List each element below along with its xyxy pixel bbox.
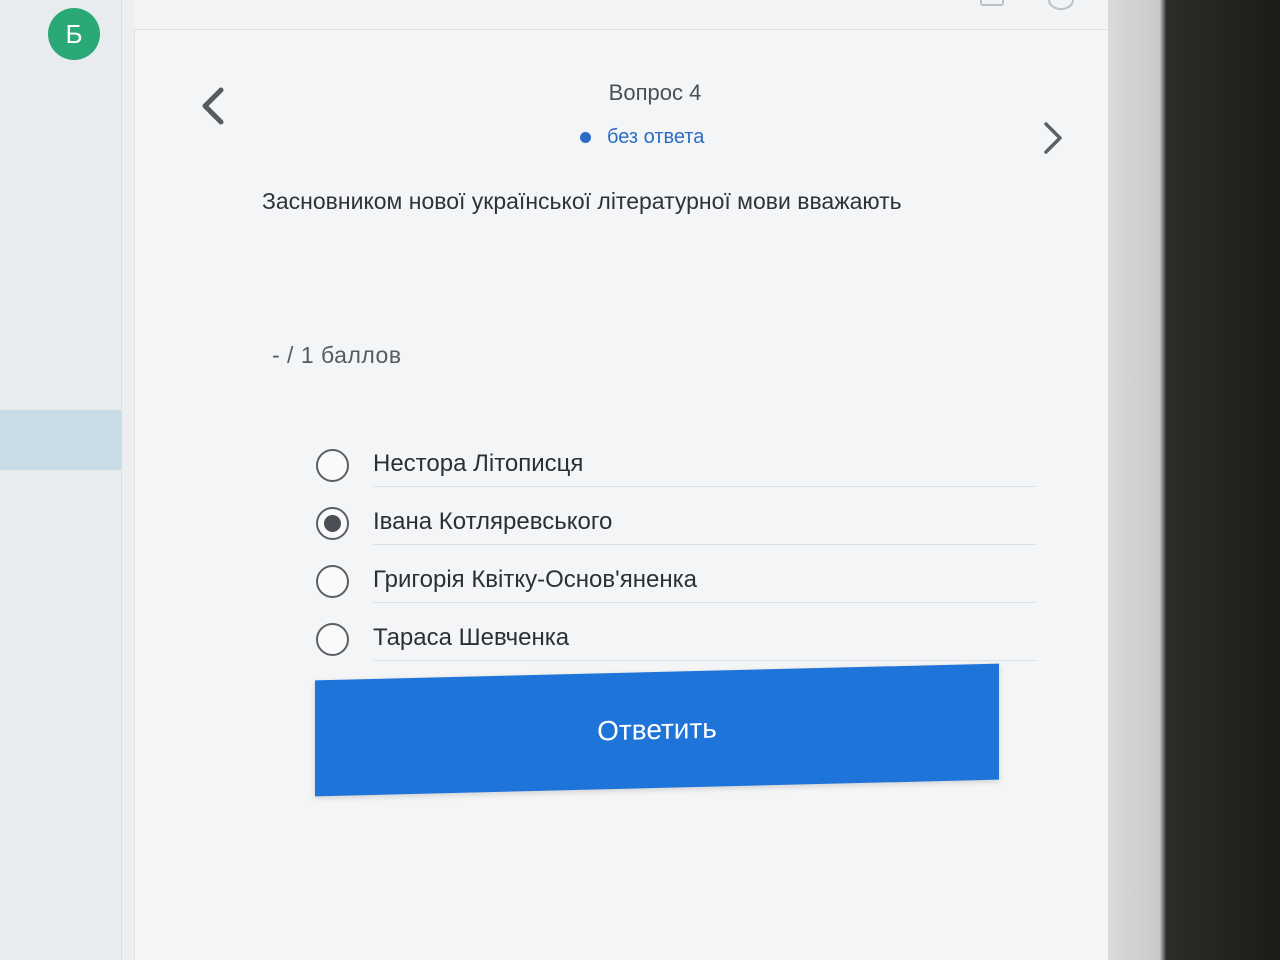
- answer-option-label: Тараса Шевченка: [373, 618, 1036, 661]
- status-label: без ответа: [607, 126, 705, 148]
- chevron-left-icon: [202, 87, 224, 125]
- radio-button[interactable]: [316, 448, 349, 482]
- sidebar: Б: [0, 0, 122, 960]
- radio-button[interactable]: [316, 564, 349, 598]
- answer-option-label: Івана Котляревського: [373, 502, 1036, 545]
- radio-button[interactable]: [316, 622, 349, 656]
- answer-status: без ответа: [580, 126, 704, 149]
- answer-option[interactable]: Тараса Шевченка: [316, 610, 1036, 668]
- status-dot-icon: [580, 132, 591, 143]
- answer-option-label: Нестора Літописця: [373, 444, 1036, 487]
- submit-answer-button[interactable]: Ответить: [315, 663, 999, 797]
- answer-option-label: Григорія Квітку-Основ'яненка: [373, 560, 1036, 603]
- radio-button-selected[interactable]: [316, 506, 349, 540]
- sidebar-item-active[interactable]: [0, 410, 122, 470]
- answer-options: Нестора Літописця Івана Котляревського Г…: [316, 436, 1036, 668]
- chevron-right-icon: [1044, 122, 1062, 154]
- question-text: Засновником нової української літературн…: [262, 188, 902, 214]
- answer-option[interactable]: Івана Котляревського: [316, 494, 1036, 552]
- points-label: - / 1 баллов: [272, 342, 402, 368]
- top-toolbar: [134, 0, 1108, 30]
- question-title: Вопрос 4: [608, 80, 702, 105]
- avatar[interactable]: Б: [48, 8, 100, 60]
- toolbar-icon[interactable]: [980, 0, 1004, 6]
- answer-option[interactable]: Нестора Літописця: [316, 436, 1036, 494]
- previous-question-button[interactable]: [190, 84, 234, 128]
- screen-bezel: [1108, 0, 1280, 960]
- next-question-button[interactable]: [1034, 118, 1070, 158]
- answer-option[interactable]: Григорія Квітку-Основ'яненка: [316, 552, 1036, 610]
